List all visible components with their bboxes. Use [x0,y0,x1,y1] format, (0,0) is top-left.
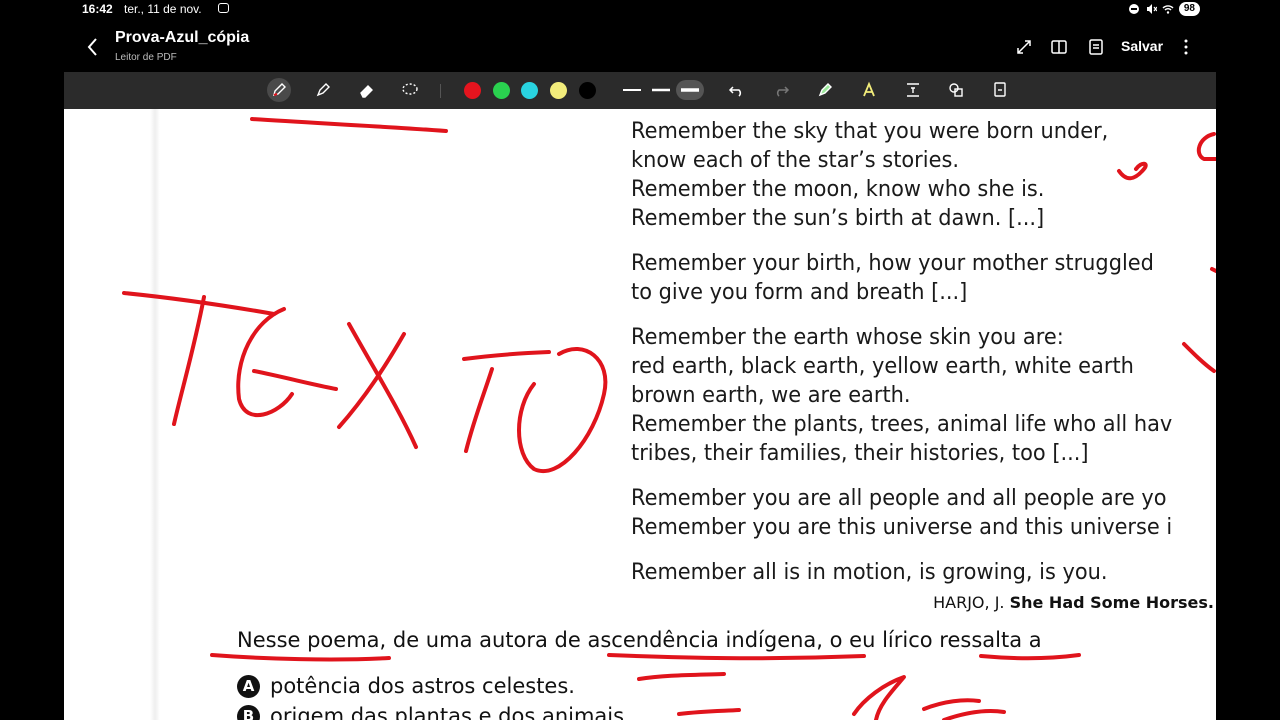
poem-line: Remember the earth whose skin you are: [631,325,1064,350]
ink-scribble [942,709,1006,720]
back-chevron-icon[interactable] [86,36,100,58]
poem-line: Remember your birth, how your mother str… [631,251,1154,276]
option-letter: A [237,674,260,698]
more-options-icon[interactable] [1176,37,1196,57]
redo-icon[interactable] [769,78,793,102]
color-green[interactable] [493,82,510,99]
poem-stanza: Remember the earth whose skin you are: r… [631,323,1172,468]
poem-stanza: Remember your birth, how your mother str… [631,249,1172,307]
poem-line: Remember the moon, know who she is. [631,177,1045,202]
ink-scribble [852,675,906,720]
option-text: potência dos astros celestes. [270,674,575,698]
ink-dash [677,708,741,716]
citation-author: HARJO, J. [933,593,1005,612]
ink-mark [1182,342,1216,373]
app-bar: Prova-Azul_cópia Leitor de PDF Salvar [64,24,1216,72]
handwritten-texto [122,291,608,473]
answer-option-a[interactable]: A potência dos astros celestes. [237,674,575,698]
status-date: ter., 11 de nov. [124,2,202,16]
option-letter: B [237,704,260,720]
ink-underline [210,653,391,662]
document-subtitle: Leitor de PDF [115,52,177,63]
question-text: ascendência indígena [587,628,817,652]
lasso-tool-icon[interactable] [398,78,422,102]
status-indicators: 98 [1128,2,1200,16]
status-bar: 16:42 ter., 11 de nov. 98 [0,0,1280,20]
page-fold-shadow [150,109,160,720]
color-cyan[interactable] [521,82,538,99]
poem-line: Remember the plants, trees, animal life … [631,412,1173,437]
ink-scribble [922,698,981,711]
ink-underline [607,653,866,661]
ink-mark [1210,267,1216,273]
question-text: , o eu lírico [816,628,940,652]
wifi-icon [1162,5,1174,14]
question-text: a [1022,628,1042,652]
document-list-icon[interactable] [1086,37,1106,57]
shapes-icon[interactable] [944,78,968,102]
poem-line: red earth, black earth, yellow earth, wh… [631,354,1134,379]
question-text: , de uma autora de [379,628,588,652]
pen-tool-icon[interactable] [267,78,291,102]
question-text: ressalta [939,628,1023,652]
highlighter-tool-icon[interactable] [311,78,335,102]
poem-line: Remember the sun’s birth at dawn. [...] [631,206,1045,231]
poem-line: Remember all is in motion, is growing, i… [631,560,1108,585]
screen-record-icon [218,3,229,13]
eraser-tool-icon[interactable] [355,78,379,102]
toolbar-divider [440,84,441,98]
poem-line: tribes, their families, their histories,… [631,441,1089,466]
ink-underline [979,653,1081,661]
save-button[interactable]: Salvar [1121,38,1163,54]
ink-dash [637,672,726,681]
poem-line: brown earth, we are earth. [631,383,911,408]
question-stem: Nesse poema, de uma autora de ascendênci… [237,628,1042,652]
color-black[interactable] [579,82,596,99]
status-time: 16:42 [82,2,113,16]
mute-icon [1146,4,1157,14]
annotation-toolbar [64,72,1216,109]
citation-title: She Had Some Horses. [1009,593,1214,612]
ink-stroke-top [250,117,448,133]
poem-stanza: Remember the sky that you were born unde… [631,117,1172,233]
poem-text: Remember the sky that you were born unde… [631,117,1172,603]
line-thick-icon[interactable] [676,80,704,100]
poem-line: to give you form and breath [...] [631,280,968,305]
question-text: Nesse poema [237,628,380,652]
marker-tool-icon[interactable] [813,78,837,102]
line-thin-icon[interactable] [621,80,643,100]
expand-icon[interactable] [1014,37,1034,57]
focus-icon [1128,4,1139,14]
poem-stanza: Remember all is in motion, is growing, i… [631,558,1172,587]
poem-citation: HARJO, J. She Had Some Horses. [933,593,1214,612]
poem-stanza: Remember you are all people and all peop… [631,484,1172,542]
pdf-page[interactable]: Remember the sky that you were born unde… [64,109,1216,720]
color-red[interactable] [464,82,481,99]
answer-option-b[interactable]: B origem das plantas e dos animais. [237,704,631,720]
poem-line: Remember you are this universe and this … [631,515,1173,540]
document-title: Prova-Azul_cópia [115,29,250,46]
copy-page-icon[interactable] [988,78,1012,102]
color-yellow[interactable] [550,82,567,99]
battery-badge: 98 [1178,2,1200,16]
undo-icon[interactable] [725,78,749,102]
ink-mark [1196,132,1216,161]
split-view-icon[interactable] [1049,37,1069,57]
poem-line: Remember the sky that you were born unde… [631,119,1109,144]
poem-line: Remember you are all people and all peop… [631,486,1167,511]
line-medium-icon[interactable] [650,80,672,100]
option-text: origem das plantas e dos animais. [270,704,631,720]
text-highlight-icon[interactable] [857,78,881,102]
text-box-icon[interactable] [901,78,925,102]
poem-line: know each of the star’s stories. [631,148,959,173]
